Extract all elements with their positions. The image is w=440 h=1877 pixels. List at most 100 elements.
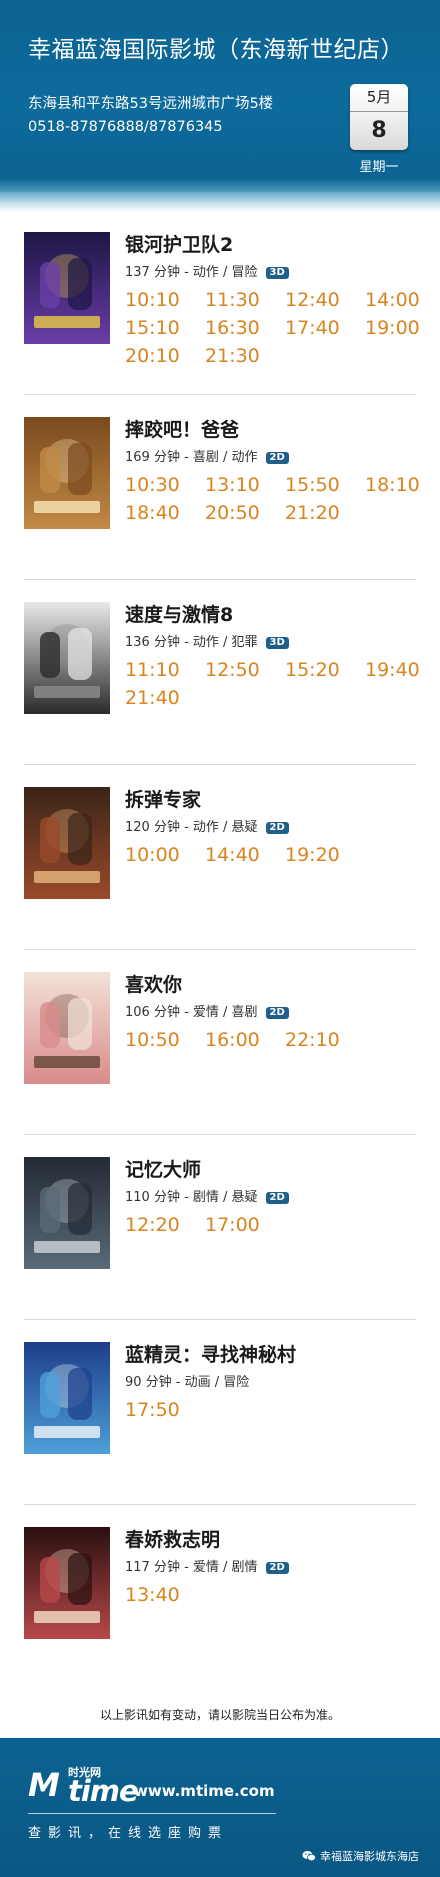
schedule-notice: 以上影讯如有变动，请以影院当日公布为准。 [99, 1708, 340, 1722]
showtime[interactable]: 22:10 [285, 1029, 365, 1052]
showtime[interactable]: 15:50 [285, 474, 365, 497]
cinema-header: 幸福蓝海国际影城（东海新世纪店） 东海县和平东路53号远洲城市广场5楼 0518… [0, 0, 440, 192]
movie-item[interactable]: 记忆大师 110 分钟 - 剧情 / 悬疑 2D 12:20 17:00 [24, 1157, 416, 1342]
showtime-list: 12:20 17:00 [125, 1214, 425, 1237]
movie-duration: 169 分钟 - 喜剧 / 动作 [125, 450, 258, 465]
movie-duration: 117 分钟 - 爱情 / 剧情 [125, 1560, 258, 1575]
format-badge: 3D [265, 637, 289, 649]
movie-title[interactable]: 喜欢你 [125, 970, 182, 997]
movie-item[interactable]: 摔跤吧！爸爸 169 分钟 - 喜剧 / 动作 2D 10:30 13:10 15:50 1… [24, 415, 420, 602]
showtime[interactable]: 12:40 [285, 289, 365, 312]
format-badge: 2D [265, 452, 289, 464]
movie-poster[interactable] [24, 232, 110, 344]
movie-item[interactable]: 速度与激情8 136 分钟 - 动作 / 犯罪 3D 11:10 12:50 15:20 1… [24, 600, 420, 787]
page-footer: M 时光网 time www.mtime.com 查影讯，在线选座购票 幸福蓝海… [0, 1738, 440, 1877]
showtime-list: 10:10 11:30 12:40 14:00 15:10 16:30 17:40 19:00… [125, 289, 425, 368]
movie-title[interactable]: 春娇救志明 [125, 1525, 220, 1552]
showtime[interactable]: 19:20 [285, 844, 365, 867]
showtime[interactable]: 16:00 [205, 1029, 285, 1052]
showtime[interactable]: 14:40 [205, 844, 285, 867]
showtime[interactable]: 16:30 [205, 317, 285, 340]
movie-divider [24, 1504, 416, 1505]
movie-duration: 120 分钟 - 动作 / 悬疑 [125, 820, 258, 835]
movie-item[interactable]: 春娇救志明 117 分钟 - 爱情 / 剧情 2D 13:40 [24, 1527, 416, 1712]
wechat-icon [302, 1851, 316, 1862]
showtime[interactable]: 21:20 [285, 502, 365, 525]
showtime[interactable]: 10:30 [125, 474, 205, 497]
format-badge: 3D [265, 267, 289, 279]
movie-item[interactable]: 银河护卫队2 137 分钟 - 动作 / 冒险 3D 10:10 11:30 12:40 1… [24, 230, 420, 417]
movie-poster[interactable] [24, 1527, 110, 1639]
cinema-phone: 0518-87876888/87876345 [28, 119, 223, 135]
movie-title[interactable]: 银河护卫队2 [125, 230, 233, 257]
showtime[interactable]: 11:30 [205, 289, 285, 312]
movie-duration: 106 分钟 - 爱情 / 喜剧 [125, 1005, 258, 1020]
movie-poster[interactable] [24, 602, 110, 714]
footer-divider [28, 1813, 276, 1814]
showtime[interactable]: 17:50 [125, 1399, 205, 1422]
showtime[interactable]: 15:20 [285, 659, 365, 682]
movie-divider [24, 579, 416, 580]
date-month: 5月 [350, 84, 408, 112]
showtime[interactable]: 10:00 [125, 844, 205, 867]
movie-duration: 110 分钟 - 剧情 / 悬疑 [125, 1190, 258, 1205]
movie-poster[interactable] [24, 972, 110, 1084]
showtime[interactable]: 14:00 [365, 289, 425, 312]
movie-duration: 90 分钟 - 动画 / 冒险 [125, 1375, 250, 1390]
movie-title[interactable]: 蓝精灵：寻找神秘村 [125, 1340, 296, 1367]
showtime[interactable]: 18:10 [365, 474, 425, 497]
format-badge: 2D [265, 1007, 289, 1019]
wechat-account-name: 幸福蓝海影城东海店 [320, 1850, 419, 1863]
movie-poster[interactable] [24, 787, 110, 899]
showtime[interactable]: 21:40 [125, 687, 205, 710]
showtime[interactable]: 15:10 [125, 317, 205, 340]
movie-meta: 169 分钟 - 喜剧 / 动作 2D [125, 446, 289, 465]
showtime[interactable]: 12:50 [205, 659, 285, 682]
date-badge: 5月 8 [350, 84, 408, 150]
showtime[interactable]: 10:50 [125, 1029, 205, 1052]
showtime[interactable]: 21:30 [205, 345, 285, 368]
showtime[interactable]: 20:50 [205, 502, 285, 525]
showtime[interactable]: 12:20 [125, 1214, 205, 1237]
showtime[interactable]: 10:10 [125, 289, 205, 312]
movie-title[interactable]: 拆弹专家 [125, 785, 201, 812]
movie-item[interactable]: 喜欢你 106 分钟 - 爱情 / 喜剧 2D 10:50 16:00 22:10 [24, 972, 416, 1157]
showtime-list: 10:50 16:00 22:10 [125, 1029, 425, 1052]
movie-divider [24, 764, 416, 765]
movie-meta: 120 分钟 - 动作 / 悬疑 2D [125, 816, 289, 835]
movie-duration: 137 分钟 - 动作 / 冒险 [125, 265, 258, 280]
movie-divider [24, 949, 416, 950]
movie-title[interactable]: 速度与激情8 [125, 600, 233, 627]
movie-duration: 136 分钟 - 动作 / 犯罪 [125, 635, 258, 650]
showtime[interactable]: 19:00 [365, 317, 425, 340]
movie-meta: 106 分钟 - 爱情 / 喜剧 2D [125, 1001, 289, 1020]
footer-slogan: 查影讯，在线选座购票 [28, 1826, 229, 1841]
movie-meta: 137 分钟 - 动作 / 冒险 3D [125, 261, 289, 280]
header-wave-divider [0, 178, 440, 212]
movie-poster[interactable] [24, 417, 110, 529]
movie-item[interactable]: 蓝精灵：寻找神秘村 90 分钟 - 动画 / 冒险 17:50 [24, 1342, 416, 1527]
movie-item[interactable]: 拆弹专家 120 分钟 - 动作 / 悬疑 2D 10:00 14:40 19:20 [24, 787, 416, 972]
showtime[interactable]: 13:40 [125, 1584, 205, 1607]
showtime[interactable]: 17:00 [205, 1214, 285, 1237]
cinema-address: 东海县和平东路53号远洲城市广场5楼 [28, 96, 274, 112]
movie-divider [24, 1319, 416, 1320]
weekday: 星期一 [359, 160, 399, 175]
movie-poster[interactable] [24, 1157, 110, 1269]
showtime[interactable]: 11:10 [125, 659, 205, 682]
movie-title[interactable]: 记忆大师 [125, 1155, 201, 1182]
movie-divider [24, 394, 416, 395]
showtime[interactable]: 19:40 [365, 659, 425, 682]
format-badge: 2D [265, 1192, 289, 1204]
showtime[interactable]: 18:40 [125, 502, 205, 525]
movie-poster[interactable] [24, 1342, 110, 1454]
mtime-url-link[interactable]: www.mtime.com [134, 1782, 275, 1800]
showtime[interactable]: 17:40 [285, 317, 365, 340]
movie-meta: 110 分钟 - 剧情 / 悬疑 2D [125, 1186, 289, 1205]
movie-meta: 136 分钟 - 动作 / 犯罪 3D [125, 631, 289, 650]
showtime[interactable]: 20:10 [125, 345, 205, 368]
showtime-list: 17:50 [125, 1399, 425, 1422]
movie-title[interactable]: 摔跤吧！爸爸 [125, 415, 239, 442]
logo-word: time [68, 1774, 139, 1808]
showtime[interactable]: 13:10 [205, 474, 285, 497]
